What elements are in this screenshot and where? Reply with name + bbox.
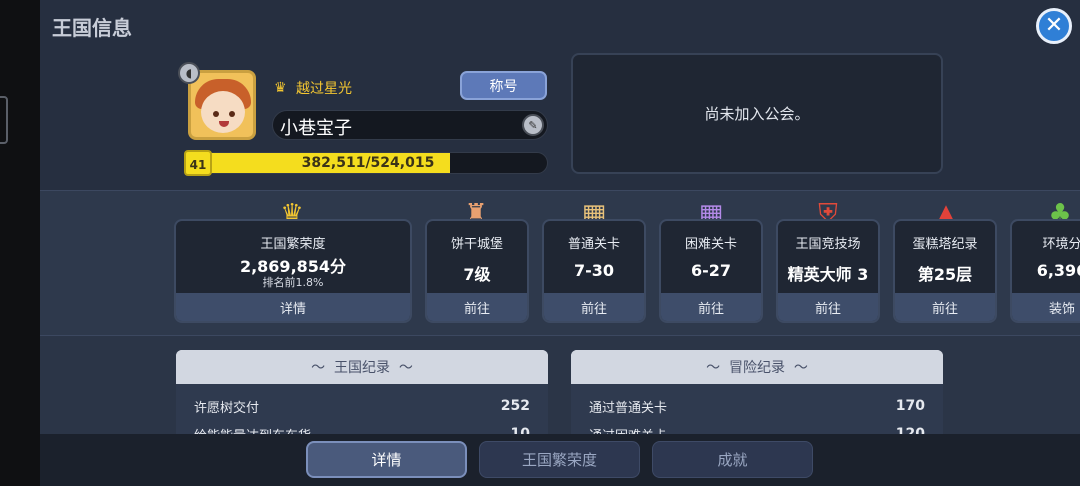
stat-label: 饼干城堡 (450, 237, 503, 252)
page-title: 王国信息 (52, 16, 132, 40)
stat-card-castle: 饼干城堡 7级 前往 (425, 219, 529, 323)
stat-value: 7-30 (573, 261, 615, 280)
guild-status-text: 尚未加入公会。 (704, 105, 810, 123)
castle-go-button[interactable]: 前往 (427, 293, 527, 321)
tab-prosperity[interactable]: 王国繁荣度 (479, 441, 640, 478)
avatar-eye (213, 111, 219, 117)
stat-value: 精英大师 3 (787, 265, 869, 284)
stat-label: 普通关卡 (567, 237, 620, 252)
swirl-icon: 〜 (706, 360, 721, 376)
stat-label: 蛋糕塔纪录 (912, 237, 978, 252)
avatar-eye (229, 111, 235, 117)
record-value: 170 (895, 398, 925, 414)
record-label: 许愿树交付 (194, 400, 260, 416)
stat-value: 第25层 (917, 265, 973, 284)
stat-rank: 排名前1.8% (262, 276, 324, 289)
prosperity-detail-button[interactable]: 详情 (176, 293, 410, 321)
section-title: 王国纪录 (334, 360, 390, 376)
cake-tower-go-button[interactable]: 前往 (895, 293, 995, 321)
crown-icon: ♛ (274, 80, 287, 96)
hard-stage-go-button[interactable]: 前往 (661, 293, 761, 321)
pin-icon[interactable]: ◖ (178, 62, 200, 84)
list-item: 通过普通关卡 170 (589, 394, 925, 418)
tab-achievements[interactable]: 成就 (652, 441, 813, 478)
record-value: 252 (500, 398, 530, 414)
swirl-icon: 〜 (398, 360, 413, 376)
adventure-record-header: 〜 冒险纪录 〜 (571, 350, 943, 384)
list-item: 许愿树交付 252 (194, 394, 530, 418)
edit-name-button[interactable]: ✎ (522, 114, 544, 136)
stat-card-environment: 环境分 6,396 装饰 (1010, 219, 1080, 323)
stat-label: 王国竞技场 (795, 237, 861, 252)
swirl-icon: 〜 (793, 360, 808, 376)
tab-details[interactable]: 详情 (306, 441, 467, 478)
guild-status-box: 尚未加入公会。 (571, 53, 943, 174)
player-name: 小巷宝子 (280, 118, 352, 139)
kingdom-info-panel: 王国信息 ✕ ◖ ♛ 越过星光 称号 小巷宝子 ✎ 382,511/524,01… (40, 0, 1080, 486)
xp-text: 382,511/524,015 (301, 155, 435, 171)
player-title: 越过星光 (296, 81, 352, 97)
decorate-button[interactable]: 装饰 (1012, 293, 1080, 321)
stat-value: 7级 (463, 265, 491, 284)
close-icon: ✕ (1044, 13, 1064, 38)
stat-label: 王国繁荣度 (260, 237, 326, 252)
stat-value: 6-27 (690, 261, 732, 280)
title-button[interactable]: 称号 (460, 71, 547, 100)
stat-value: 6,396 (1036, 261, 1080, 280)
stat-label: 环境分 (1042, 237, 1080, 252)
kingdom-info-screen: 王国信息 ✕ ◖ ♛ 越过星光 称号 小巷宝子 ✎ 382,511/524,01… (0, 0, 1080, 486)
kingdom-record-header: 〜 王国纪录 〜 (176, 350, 548, 384)
stat-card-normal-stage: 普通关卡 7-30 前往 (542, 219, 646, 323)
avatar[interactable] (188, 70, 256, 140)
pencil-icon: ✎ (528, 118, 538, 132)
close-button[interactable]: ✕ (1036, 8, 1072, 44)
side-handle[interactable] (0, 96, 8, 144)
arena-go-button[interactable]: 前往 (778, 293, 878, 321)
stat-card-hard-stage: 困难关卡 6-27 前往 (659, 219, 763, 323)
stat-card-cake-tower: 蛋糕塔纪录 第25层 前往 (893, 219, 997, 323)
record-label: 通过普通关卡 (589, 400, 668, 416)
section-title: 冒险纪录 (729, 360, 785, 376)
normal-stage-go-button[interactable]: 前往 (544, 293, 644, 321)
swirl-icon: 〜 (311, 360, 326, 376)
stat-card-prosperity: 王国繁荣度 2,869,854分 排名前1.8% 详情 (174, 219, 412, 323)
level-badge: 41 (184, 150, 212, 176)
stat-card-arena: 王国竞技场 精英大师 3 前往 (776, 219, 880, 323)
stat-label: 困难关卡 (684, 237, 737, 252)
left-edge-bar (0, 0, 40, 486)
